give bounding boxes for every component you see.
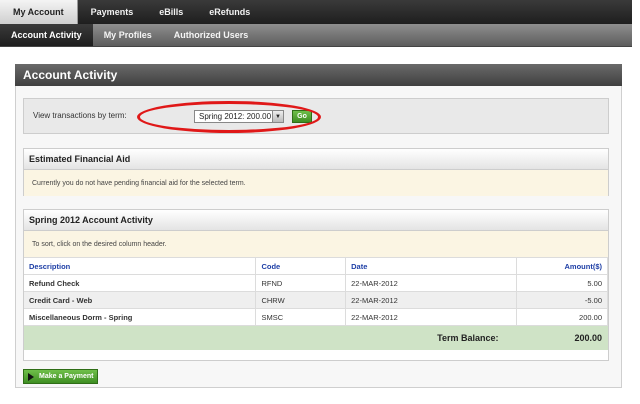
financial-aid-title: Estimated Financial Aid [24, 149, 608, 170]
term-balance-row: Term Balance: 200.00 [24, 326, 608, 350]
top-nav: My Account Payments eBills eRefunds [0, 0, 632, 24]
chevron-down-icon[interactable]: ▼ [272, 111, 283, 122]
row-description: Miscellaneous Dorm - Spring [24, 308, 257, 326]
make-payment-label: Make a Payment [39, 373, 94, 380]
activity-title: Spring 2012 Account Activity [24, 210, 608, 231]
tab-ebills[interactable]: eBills [146, 0, 196, 24]
row-date: 22-MAR-2012 [345, 274, 518, 292]
subtab-account-activity[interactable]: Account Activity [0, 24, 93, 46]
row-description: Credit Card - Web [24, 291, 257, 309]
sub-nav: Account Activity My Profiles Authorized … [0, 24, 632, 47]
term-balance-value: 200.00 [574, 333, 602, 343]
play-icon [28, 372, 34, 381]
term-label: View transactions by term: [33, 111, 127, 120]
column-header-code[interactable]: Code [255, 258, 347, 275]
page-title: Account Activity [15, 64, 622, 86]
account-activity-section: Spring 2012 Account Activity To sort, cl… [23, 209, 609, 361]
table-row: Credit Card - Web CHRW 22-MAR-2012 -5.00 [24, 291, 608, 309]
page-edge [632, 0, 640, 404]
table-row: Miscellaneous Dorm - Spring SMSC 22-MAR-… [24, 308, 608, 326]
row-code: SMSC [255, 308, 347, 326]
financial-aid-section: Estimated Financial Aid Currently you do… [23, 148, 609, 196]
make-payment-button[interactable]: Make a Payment [23, 369, 98, 384]
row-code: RFND [255, 274, 347, 292]
tab-erefunds[interactable]: eRefunds [196, 0, 263, 24]
row-description: Refund Check [24, 274, 257, 292]
financial-aid-message: Currently you do not have pending financ… [24, 170, 608, 196]
table-header-row: Description Code Date Amount($) [24, 258, 608, 275]
activity-table: Description Code Date Amount($) Refund C… [24, 258, 608, 326]
column-header-amount[interactable]: Amount($) [516, 258, 608, 275]
term-balance-label: Term Balance: [437, 333, 499, 343]
row-amount: 200.00 [516, 308, 608, 326]
row-date: 22-MAR-2012 [345, 308, 518, 326]
column-header-date[interactable]: Date [345, 258, 518, 275]
term-selected-value: Spring 2012: 200.00 [199, 112, 272, 121]
row-amount: -5.00 [516, 291, 608, 309]
subtab-authorized-users[interactable]: Authorized Users [163, 24, 260, 46]
row-code: CHRW [255, 291, 347, 309]
go-button[interactable]: Go [292, 110, 312, 123]
tab-my-account[interactable]: My Account [0, 0, 78, 24]
row-amount: 5.00 [516, 274, 608, 292]
term-dropdown[interactable]: Spring 2012: 200.00 ▼ [194, 110, 284, 123]
sort-hint: To sort, click on the desired column hea… [24, 231, 608, 258]
tab-payments[interactable]: Payments [78, 0, 147, 24]
column-header-description[interactable]: Description [24, 258, 257, 275]
table-row: Refund Check RFND 22-MAR-2012 5.00 [24, 274, 608, 292]
row-date: 22-MAR-2012 [345, 291, 518, 309]
subtab-my-profiles[interactable]: My Profiles [93, 24, 163, 46]
term-selector: View transactions by term: Spring 2012: … [23, 98, 609, 134]
